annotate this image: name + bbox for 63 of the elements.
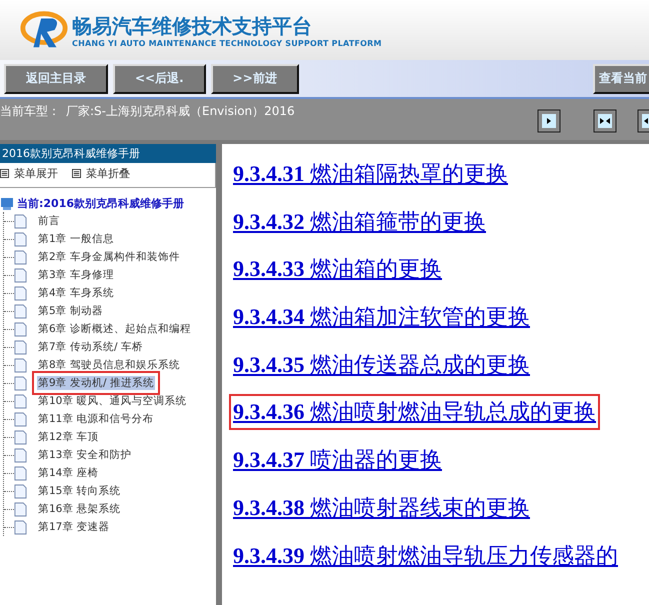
document-icon xyxy=(14,322,27,336)
nav-button[interactable]: 返回主目录 xyxy=(4,64,108,94)
document-icon xyxy=(14,412,27,426)
computer-icon xyxy=(0,196,14,210)
tree-item[interactable]: 第11章 电源和信号分布 xyxy=(37,412,155,426)
tree-item[interactable]: 第8章 驾驶员信息和娱乐系统 xyxy=(37,358,182,372)
tree-item[interactable]: 第5章 制动器 xyxy=(37,304,104,318)
nav-button[interactable]: >>前进 xyxy=(210,64,299,94)
tree-item[interactable]: 第17章 变速器 xyxy=(37,520,111,534)
tree-item[interactable]: 第1章 一般信息 xyxy=(37,232,116,246)
platform-title: 畅易汽车维修技术支持平台 xyxy=(72,12,313,38)
section-link[interactable]: 9.3.4.35 燃油传送器总成的更换 xyxy=(229,346,534,383)
platform-subtitle: CHANG YI AUTO MAINTENANCE TECHNOLOGY SUPPORT PLATFORM xyxy=(72,38,382,48)
menu-toggle-link[interactable]: 菜单展开 xyxy=(0,166,58,181)
menu-toggle-link[interactable]: 菜单折叠 xyxy=(72,166,130,181)
section-link[interactable]: 9.3.4.31 燃油箱隔热罩的更换 xyxy=(229,156,512,192)
section-link[interactable]: 9.3.4.33 燃油箱的更换 xyxy=(229,251,446,288)
tree-item[interactable]: 第6章 诊断概述、起始点和编程 xyxy=(37,322,192,336)
car-model-label: 当前车型： xyxy=(0,103,60,120)
document-icon xyxy=(14,520,27,534)
tree-root-label: 当前:2016款别克昂科威维修手册 xyxy=(17,196,184,211)
document-icon xyxy=(14,286,27,300)
section-link[interactable]: 9.3.4.32 燃油箱箍带的更换 xyxy=(229,204,490,240)
split-view-icon[interactable] xyxy=(593,109,617,133)
tree-item[interactable]: 第7章 传动系统/ 车桥 xyxy=(37,340,144,354)
section-link[interactable]: 9.3.4.38 燃油喷射器线束的更换 xyxy=(229,490,534,526)
document-icon xyxy=(14,430,27,444)
tree-item[interactable]: 第3章 车身修理 xyxy=(37,268,116,282)
document-icon xyxy=(14,358,27,372)
tree-item[interactable]: 第16章 悬架系统 xyxy=(37,502,122,516)
document-icon xyxy=(14,340,27,354)
tree-item[interactable]: 第4章 车身系统 xyxy=(37,286,116,300)
manual-title: 2016款别克昂科威维修手册 xyxy=(0,144,216,163)
section-link[interactable]: 9.3.4.37 喷油器的更换 xyxy=(229,442,446,478)
tree-item[interactable]: 第9章 发动机/ 推进系统 xyxy=(37,376,155,390)
section-link[interactable]: 9.3.4.34 燃油箱加注软管的更换 xyxy=(229,299,534,336)
tree-item[interactable]: 前言 xyxy=(37,214,61,228)
document-icon xyxy=(14,268,27,282)
tree-item[interactable]: 第15章 转向系统 xyxy=(37,484,122,498)
car-model-value: 厂家:S-上海别克昂科威（Envision）2016 xyxy=(66,103,295,120)
nav-button[interactable]: <<后退. xyxy=(113,64,206,94)
document-icon xyxy=(14,466,27,480)
section-link[interactable]: 9.3.4.39 燃油喷射燃油导轨压力传感器的 xyxy=(229,538,622,574)
view-current-button[interactable]: 查看当前 xyxy=(593,64,649,94)
document-icon xyxy=(14,250,27,264)
tree-item[interactable]: 第2章 车身金属构件和装饰件 xyxy=(37,250,182,264)
section-link[interactable]: 9.3.4.36 燃油喷射燃油导轨总成的更换 xyxy=(229,394,600,430)
tree-item[interactable]: 第10章 暖风、通风与空调系统 xyxy=(37,394,188,408)
tree-item[interactable]: 第14章 座椅 xyxy=(37,466,100,480)
document-icon xyxy=(14,448,27,462)
document-icon xyxy=(14,394,27,408)
tree-item[interactable]: 第13章 安全和防护 xyxy=(37,448,133,462)
document-icon xyxy=(14,214,27,228)
document-icon xyxy=(14,304,27,318)
panel-toggle-icon[interactable] xyxy=(537,109,561,133)
document-icon xyxy=(14,484,27,498)
tree-item[interactable]: 第12章 车顶 xyxy=(37,430,100,444)
document-icon xyxy=(14,232,27,246)
menu-icon xyxy=(72,169,81,178)
document-icon xyxy=(14,502,27,516)
document-icon xyxy=(14,376,27,390)
panel-collapse-icon[interactable] xyxy=(637,109,649,133)
logo-icon xyxy=(20,10,68,50)
